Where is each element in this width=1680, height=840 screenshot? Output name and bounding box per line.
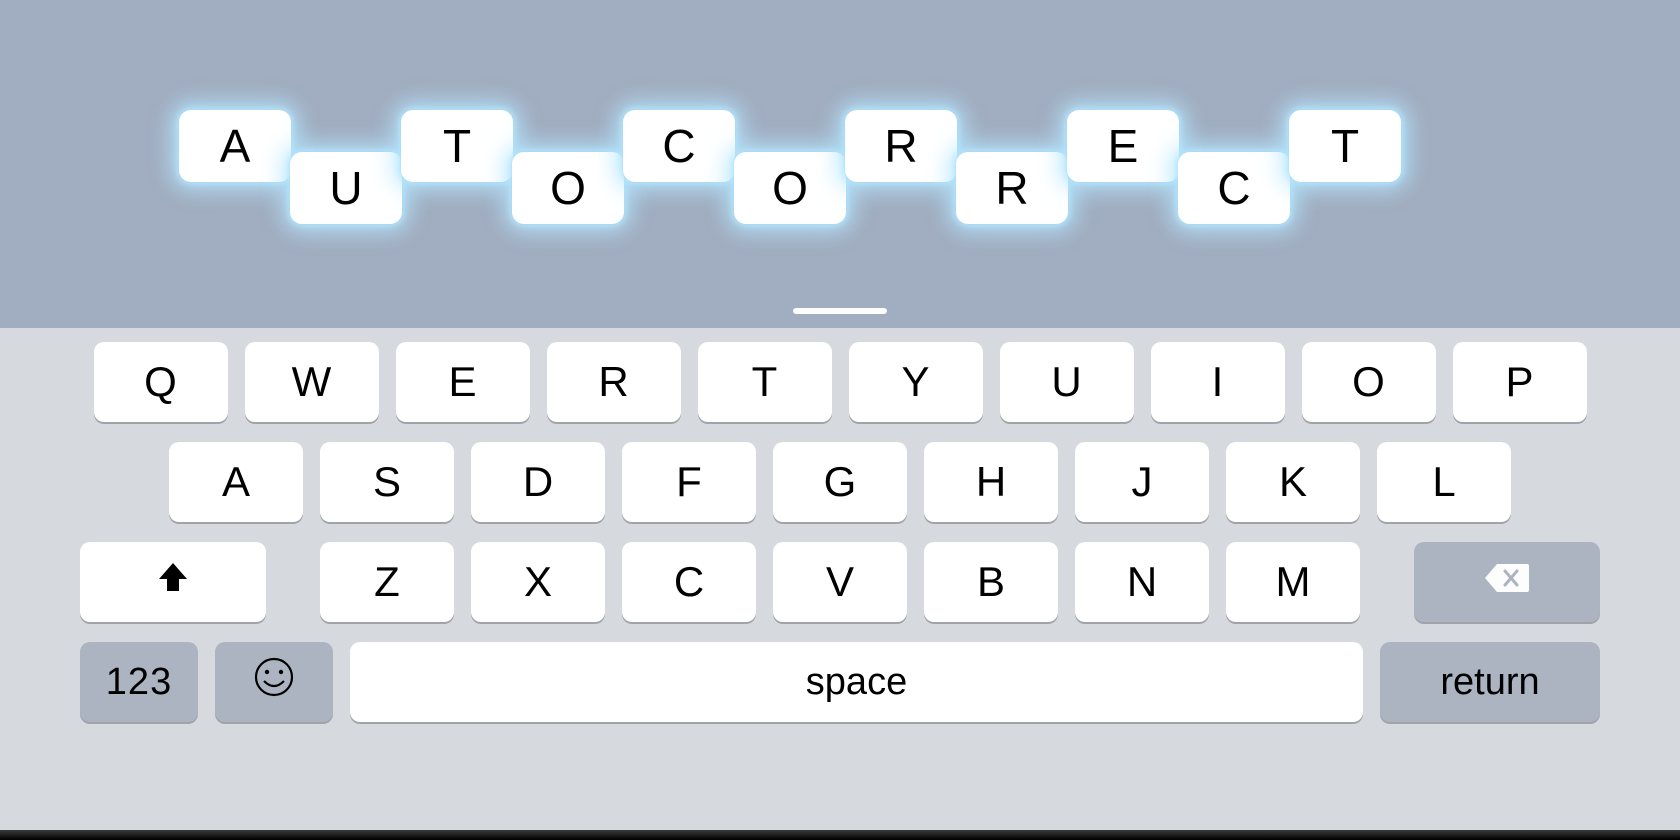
key-c[interactable]: C: [622, 542, 756, 622]
key-o[interactable]: O: [1302, 342, 1436, 422]
numbers-key[interactable]: 123: [80, 642, 198, 722]
hero-area: AUTOCORRECT: [0, 0, 1680, 328]
shift-icon: [153, 557, 193, 607]
hero-tile-o-5: O: [734, 152, 846, 224]
key-v[interactable]: V: [773, 542, 907, 622]
key-q[interactable]: Q: [94, 342, 228, 422]
key-t[interactable]: T: [698, 342, 832, 422]
key-l[interactable]: L: [1377, 442, 1511, 522]
key-x[interactable]: X: [471, 542, 605, 622]
row2-left-pad: [90, 442, 152, 522]
return-key[interactable]: return: [1380, 642, 1600, 722]
key-r[interactable]: R: [547, 342, 681, 422]
keyboard-row-3: ZXCVBNM: [0, 542, 1680, 622]
backspace-icon: [1483, 558, 1531, 606]
key-n[interactable]: N: [1075, 542, 1209, 622]
key-i[interactable]: I: [1151, 342, 1285, 422]
key-e[interactable]: E: [396, 342, 530, 422]
hero-tile-a-0: A: [179, 110, 291, 182]
keyboard-row-2: ASDFGHJKL: [0, 442, 1680, 522]
key-w[interactable]: W: [245, 342, 379, 422]
onscreen-keyboard: QWERTYUIOP ASDFGHJKL ZXCVBNM 123 space r…: [0, 328, 1680, 840]
row2-right-pad: [1528, 442, 1590, 522]
space-key[interactable]: space: [350, 642, 1363, 722]
backspace-key[interactable]: [1414, 542, 1600, 622]
key-j[interactable]: J: [1075, 442, 1209, 522]
keyboard-row-4: 123 space return: [0, 642, 1680, 722]
key-b[interactable]: B: [924, 542, 1058, 622]
bottom-edge: [0, 830, 1680, 840]
key-z[interactable]: Z: [320, 542, 454, 622]
hero-tile-c-9: C: [1178, 152, 1290, 224]
hero-tile-e-8: E: [1067, 110, 1179, 182]
hero-tile-t-2: T: [401, 110, 513, 182]
hero-tile-t-10: T: [1289, 110, 1401, 182]
hero-tile-c-4: C: [623, 110, 735, 182]
key-a[interactable]: A: [169, 442, 303, 522]
key-k[interactable]: K: [1226, 442, 1360, 522]
key-f[interactable]: F: [622, 442, 756, 522]
hero-tile-r-6: R: [845, 110, 957, 182]
shift-key[interactable]: [80, 542, 266, 622]
hero-tile-u-1: U: [290, 152, 402, 224]
key-d[interactable]: D: [471, 442, 605, 522]
key-s[interactable]: S: [320, 442, 454, 522]
emoji-icon: [253, 656, 295, 708]
emoji-key[interactable]: [215, 642, 333, 722]
key-y[interactable]: Y: [849, 342, 983, 422]
keyboard-handle[interactable]: [793, 308, 887, 314]
key-g[interactable]: G: [773, 442, 907, 522]
key-u[interactable]: U: [1000, 342, 1134, 422]
hero-tile-o-3: O: [512, 152, 624, 224]
hero-tile-r-7: R: [956, 152, 1068, 224]
key-p[interactable]: P: [1453, 342, 1587, 422]
key-m[interactable]: M: [1226, 542, 1360, 622]
key-h[interactable]: H: [924, 442, 1058, 522]
keyboard-row-1: QWERTYUIOP: [0, 342, 1680, 422]
